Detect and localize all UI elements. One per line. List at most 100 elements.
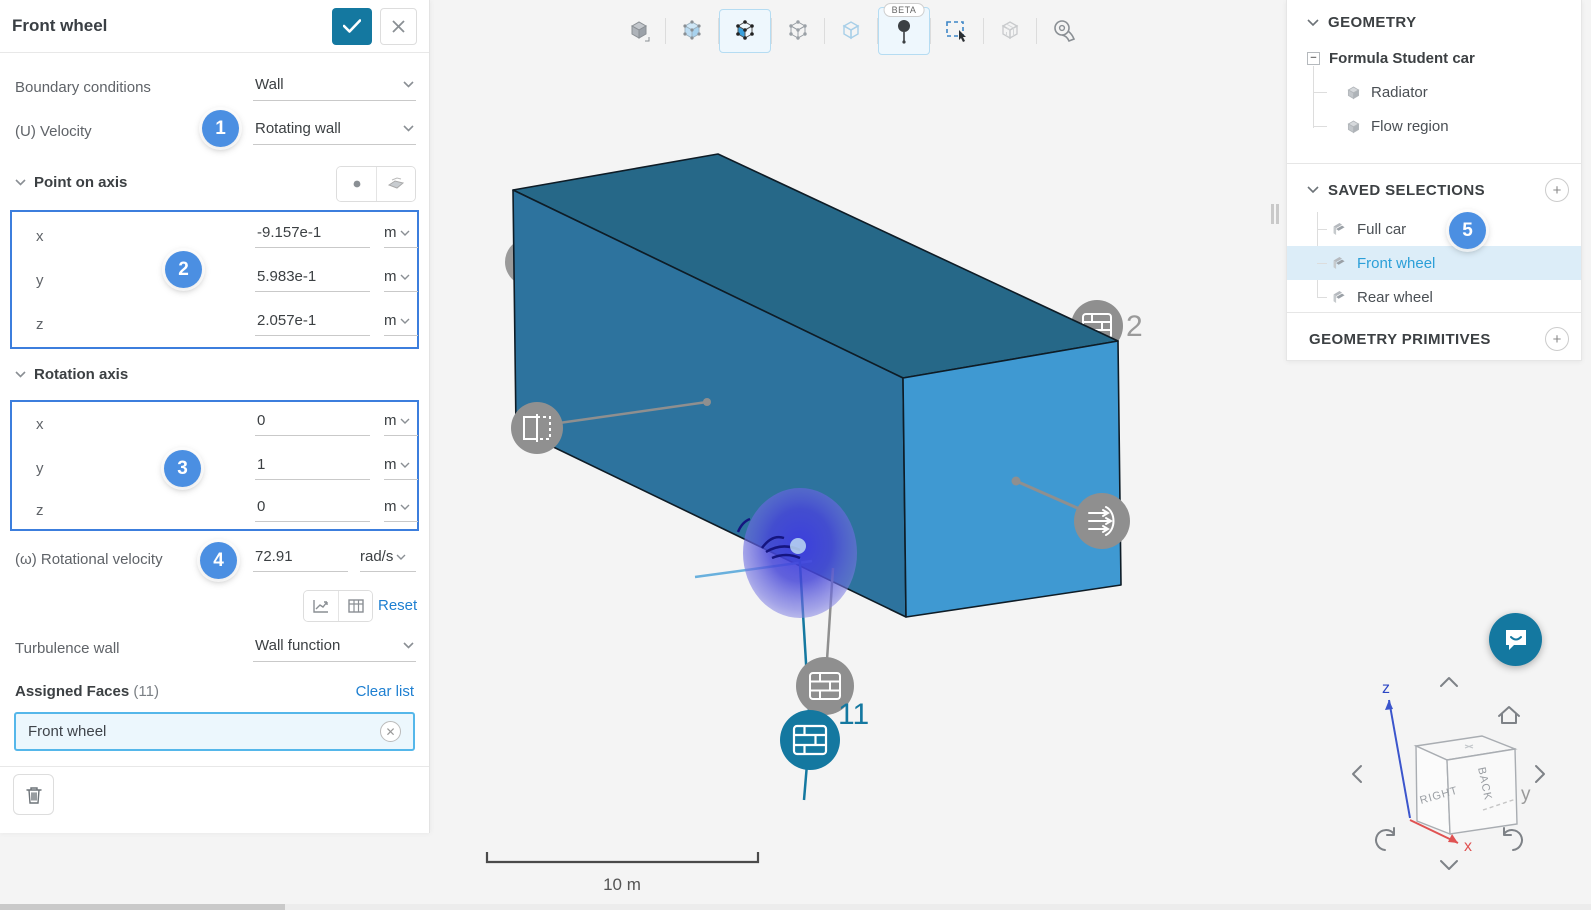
remove-chip-button[interactable]: ✕	[380, 721, 401, 742]
point-z-input[interactable]: 2.057e-1	[255, 312, 370, 336]
axis-label: x	[36, 416, 44, 433]
rotaxis-y-input[interactable]: 1	[255, 456, 370, 480]
saved-selection-front-wheel[interactable]: Front wheel	[1287, 246, 1581, 280]
point-y-input[interactable]: 5.983e-1	[255, 268, 370, 292]
point-y-unit[interactable]: m	[384, 268, 418, 292]
panel-drag-handle[interactable]	[1271, 204, 1279, 224]
orientation-widget: RIGHT BACK z x y	[1353, 678, 1544, 869]
point-icon	[352, 179, 362, 189]
pick-from-viewer-button[interactable]	[376, 167, 415, 201]
chevron-down-icon	[400, 274, 410, 280]
wall-marker-selected[interactable]	[780, 710, 840, 770]
nav-rotate-cw[interactable]	[1504, 828, 1522, 850]
geometry-header[interactable]: GEOMETRY	[1287, 0, 1581, 41]
scene-tree-panel: GEOMETRY − Formula Student car Radiator …	[1286, 0, 1582, 361]
turbulence-wall-select[interactable]: Wall function	[253, 637, 416, 662]
close-button[interactable]	[380, 8, 417, 45]
rotaxis-x-unit[interactable]: m	[384, 412, 418, 436]
vertex-select-button[interactable]	[825, 9, 877, 53]
annotation-badge-1: 1	[202, 110, 239, 147]
tree-node-flow-region[interactable]: Flow region	[1287, 109, 1581, 143]
chart-input-button[interactable]	[304, 591, 338, 621]
clear-list-link[interactable]: Clear list	[356, 683, 414, 700]
geometry-primitives-header[interactable]: GEOMETRY PRIMITIVES +	[1287, 313, 1581, 361]
add-geometry-primitive-button[interactable]: +	[1545, 327, 1569, 351]
boundary-conditions-label: Boundary conditions	[15, 79, 151, 96]
nav-left-chevron[interactable]	[1353, 766, 1361, 782]
assigned-faces-label: Assigned Faces (11)	[15, 683, 159, 700]
velocity-label: (U) Velocity	[15, 123, 92, 140]
chevron-down-icon	[403, 81, 414, 88]
wall-count-top-label: 2	[1126, 310, 1143, 343]
saved-selections-header[interactable]: SAVED SELECTIONS +	[1287, 164, 1581, 212]
faces-icon	[1331, 289, 1348, 305]
chevron-down-icon	[400, 462, 410, 468]
point-x-unit[interactable]: m	[384, 224, 418, 248]
rotation-axis-header[interactable]: Rotation axis	[15, 366, 128, 383]
cube-icon	[1345, 84, 1362, 101]
nav-right-chevron[interactable]	[1536, 766, 1544, 782]
chevron-down-icon	[400, 504, 410, 510]
geometry-primitives-section: GEOMETRY PRIMITIVES +	[1287, 313, 1581, 361]
point-x-input[interactable]: -9.157e-1	[255, 224, 370, 248]
vertex-select-icon	[838, 18, 864, 44]
reset-link[interactable]: Reset	[378, 597, 417, 614]
rotaxis-z-input[interactable]: 0	[255, 498, 370, 522]
delete-button[interactable]	[13, 774, 54, 815]
chart-icon	[313, 599, 329, 613]
grid-cube-icon	[997, 18, 1023, 44]
rotational-velocity-input[interactable]: 72.91	[253, 548, 348, 572]
horizontal-scrollbar[interactable]	[0, 904, 1591, 910]
face-select-button[interactable]	[719, 9, 771, 53]
collapse-chevron-icon	[15, 179, 26, 186]
tree-node-radiator[interactable]: Radiator	[1287, 75, 1581, 109]
scrollbar-thumb[interactable]	[0, 904, 285, 910]
rotaxis-x-input[interactable]: 0	[255, 412, 370, 436]
assigned-face-chip[interactable]: Front wheel ✕	[14, 712, 415, 751]
face-pick-icon	[387, 177, 405, 191]
collapse-chevron-icon	[1307, 19, 1319, 27]
rotational-velocity-unit[interactable]: rad/s	[360, 548, 416, 572]
measure-button[interactable]	[1037, 9, 1089, 53]
rotaxis-z-unit[interactable]: m	[384, 498, 418, 522]
z-axis-label: z	[1382, 680, 1390, 697]
support-chat-button[interactable]	[1489, 613, 1542, 666]
saved-selection-full-car[interactable]: Full car	[1287, 212, 1581, 246]
scale-bar: 10 m	[487, 852, 758, 894]
probe-point-button[interactable]: BETA	[878, 7, 930, 55]
confirm-button[interactable]	[332, 8, 372, 45]
beta-badge: BETA	[884, 3, 925, 17]
trash-icon	[26, 786, 42, 804]
point-z-unit[interactable]: m	[384, 312, 418, 336]
cube-icon	[1345, 118, 1362, 135]
velocity-select[interactable]: Rotating wall	[253, 120, 416, 145]
nav-up-chevron[interactable]	[1441, 678, 1457, 686]
volume-select-icon	[679, 18, 705, 44]
edge-select-button[interactable]	[772, 9, 824, 53]
chevron-down-icon	[400, 230, 410, 236]
add-saved-selection-button[interactable]: +	[1545, 178, 1569, 202]
table-input-button[interactable]	[338, 591, 372, 621]
chevron-down-icon	[403, 642, 414, 649]
mesh-clip-button[interactable]	[984, 9, 1036, 53]
point-on-axis-header[interactable]: Point on axis	[15, 174, 127, 191]
solid-view-button[interactable]	[613, 9, 665, 53]
check-icon	[343, 19, 361, 33]
nav-cube[interactable]	[1416, 736, 1517, 834]
collapse-minus-icon[interactable]: −	[1307, 52, 1320, 65]
rotational-velocity-label: (ω) Rotational velocity	[15, 551, 163, 568]
nav-home-icon[interactable]	[1499, 707, 1519, 723]
nav-down-chevron[interactable]	[1441, 861, 1457, 869]
volume-select-button[interactable]	[666, 9, 718, 53]
box-select-button[interactable]	[931, 9, 983, 53]
chevron-down-icon	[400, 418, 410, 424]
viewer-toolbar: BETA	[613, 6, 1089, 56]
boundary-conditions-select[interactable]: Wall	[253, 76, 416, 101]
point-mode-button[interactable]	[337, 167, 376, 201]
saved-selection-rear-wheel[interactable]: Rear wheel	[1287, 280, 1581, 314]
nav-rotate-ccw[interactable]	[1376, 828, 1394, 850]
table-icon	[348, 599, 364, 613]
rotation-axis-group: x 0 m y 1 m z 0 m	[10, 400, 419, 531]
rotaxis-y-unit[interactable]: m	[384, 456, 418, 480]
tree-node-formula-student-car[interactable]: − Formula Student car	[1287, 41, 1581, 75]
